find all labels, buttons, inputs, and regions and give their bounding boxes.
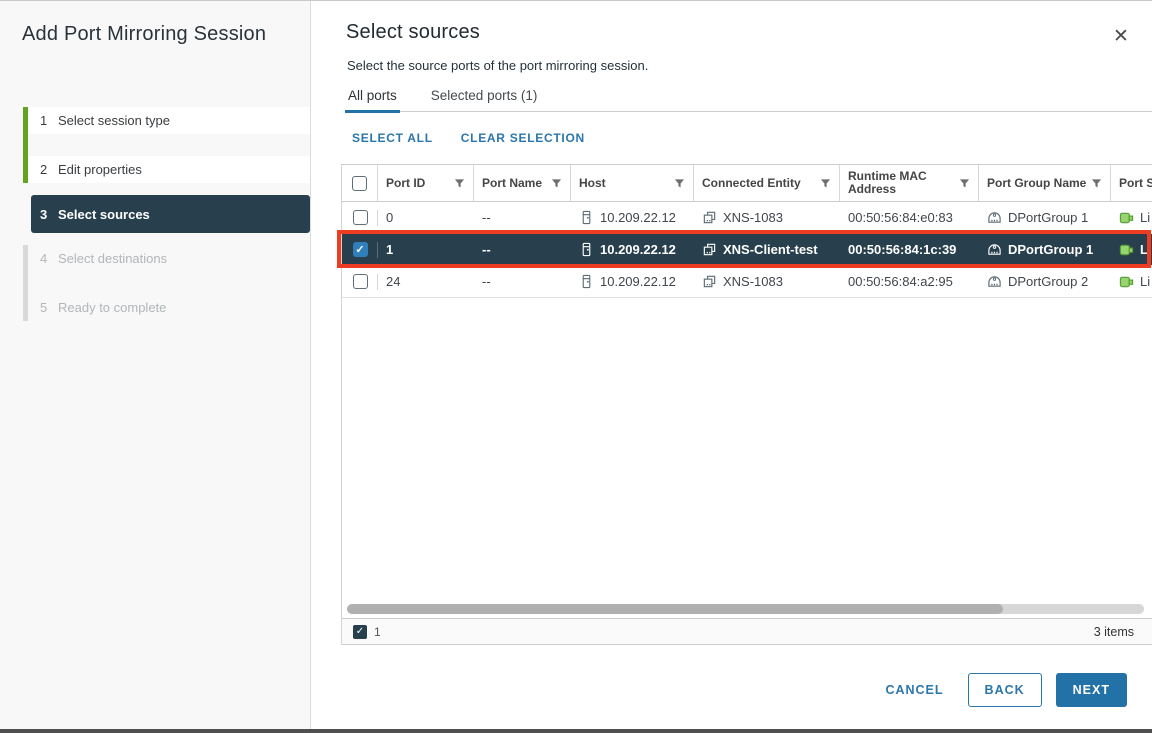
tab-all-ports[interactable]: All ports [347, 86, 398, 111]
step-label: Select sources [58, 207, 150, 222]
step-number: 3 [40, 207, 58, 222]
selected-count: 1 [374, 625, 381, 639]
wizard-steps: 1 Select session type 2 Edit properties … [23, 107, 310, 321]
link-up-icon [1119, 274, 1134, 289]
row-checkbox[interactable] [353, 210, 368, 225]
column-header-host[interactable]: Host [571, 165, 694, 201]
host-icon [579, 242, 594, 257]
cell-port-group: DPortGroup 2 [979, 266, 1111, 297]
filter-icon[interactable] [959, 178, 970, 189]
row-checkbox[interactable] [353, 274, 368, 289]
table-header-row: Port ID Port Name Host [342, 164, 1152, 202]
cancel-button[interactable]: CANCEL [875, 683, 953, 697]
step-label: Ready to complete [58, 300, 166, 315]
page-title: Select sources [346, 21, 480, 44]
next-button[interactable]: NEXT [1056, 673, 1127, 707]
host-icon [579, 274, 594, 289]
step-ready-to-complete: 5 Ready to complete [28, 294, 310, 321]
ports-grid: Port ID Port Name Host [341, 164, 1152, 645]
step-number: 1 [40, 113, 58, 128]
step-number: 4 [40, 251, 58, 266]
select-all-button[interactable]: SELECT ALL [352, 131, 433, 145]
back-button[interactable]: BACK [968, 673, 1042, 707]
vm-icon [702, 210, 717, 225]
tab-selected-ports[interactable]: Selected ports (1) [430, 86, 539, 111]
column-header-port-id[interactable]: Port ID [378, 165, 474, 201]
dialog-buttons: CANCEL BACK NEXT [875, 673, 1127, 707]
cell-port-id: 24 [378, 266, 474, 297]
port-group-icon [987, 210, 1002, 225]
step-label: Select destinations [58, 251, 167, 266]
cell-host: 10.209.22.12 [571, 202, 694, 233]
cell-port-group: DPortGroup 1 [979, 234, 1111, 265]
ports-tabs: All ports Selected ports (1) [347, 86, 1152, 112]
wizard-steps-completed-group: 1 Select session type 2 Edit properties [23, 107, 310, 183]
cell-runtime-mac: 00:50:56:84:1c:39 [840, 234, 979, 265]
step-select-session-type[interactable]: 1 Select session type [28, 107, 310, 134]
cell-runtime-mac: 00:50:56:84:e0:83 [840, 202, 979, 233]
vm-icon [702, 274, 717, 289]
cell-port-group: DPortGroup 1 [979, 202, 1111, 233]
filter-icon[interactable] [820, 178, 831, 189]
table-row-selected[interactable]: ✓ 1 -- 10.209.22.12 XNS-Client-test [342, 234, 1152, 266]
cell-port-state: Li [1111, 266, 1152, 297]
filter-icon[interactable] [674, 178, 685, 189]
cell-host: 10.209.22.12 [571, 266, 694, 297]
row-checkbox-checked[interactable]: ✓ [353, 242, 368, 257]
cell-port-state: L [1111, 234, 1152, 265]
link-up-icon [1119, 210, 1134, 225]
cell-port-name: -- [474, 234, 571, 265]
cell-port-name: -- [474, 266, 571, 297]
step-edit-properties[interactable]: 2 Edit properties [28, 156, 310, 183]
step-label: Edit properties [58, 162, 142, 177]
scrollbar-track[interactable] [347, 604, 1144, 614]
horizontal-scrollbar [342, 601, 1152, 618]
cell-connected-entity: XNS-1083 [694, 202, 840, 233]
step-number: 2 [40, 162, 58, 177]
filter-icon[interactable] [1091, 178, 1102, 189]
wizard-sidebar: Add Port Mirroring Session 1 Select sess… [0, 1, 311, 730]
page-subtitle: Select the source ports of the port mirr… [347, 58, 648, 73]
filter-icon[interactable] [551, 178, 562, 189]
cell-host: 10.209.22.12 [571, 234, 694, 265]
step-select-sources-active[interactable]: 3 Select sources [31, 195, 310, 233]
cell-port-state: Li [1111, 202, 1152, 233]
wizard-content: ✕ Select sources Select the source ports… [312, 1, 1152, 730]
dialog-title: Add Port Mirroring Session [22, 21, 282, 47]
select-all-checkbox[interactable] [352, 176, 367, 191]
cell-port-id: 0 [378, 202, 474, 233]
step-number: 5 [40, 300, 58, 315]
port-group-icon [987, 274, 1002, 289]
selection-actions: SELECT ALL CLEAR SELECTION [352, 131, 585, 145]
clear-selection-button[interactable]: CLEAR SELECTION [461, 131, 585, 145]
column-header-port-group[interactable]: Port Group Name [979, 165, 1111, 201]
column-header-connected-entity[interactable]: Connected Entity [694, 165, 840, 201]
table-row[interactable]: 0 -- 10.209.22.12 XNS-1083 00: [342, 202, 1152, 234]
dialog-bottom-edge [0, 729, 1152, 733]
cell-port-id: 1 [378, 234, 474, 265]
cell-connected-entity: XNS-1083 [694, 266, 840, 297]
grid-footer: ✓ 1 3 items [342, 618, 1152, 645]
vm-icon [702, 242, 717, 257]
column-header-runtime-mac[interactable]: Runtime MAC Address [840, 165, 979, 201]
step-select-destinations: 4 Select destinations [28, 245, 310, 272]
column-header-port-name[interactable]: Port Name [474, 165, 571, 201]
cell-runtime-mac: 00:50:56:84:a2:95 [840, 266, 979, 297]
filter-icon[interactable] [454, 178, 465, 189]
close-icon[interactable]: ✕ [1108, 23, 1134, 49]
cell-port-name: -- [474, 202, 571, 233]
wizard-steps-future-group: 4 Select destinations 5 Ready to complet… [23, 245, 310, 321]
step-label: Select session type [58, 113, 170, 128]
column-header-port-state[interactable]: Port State [1111, 165, 1152, 201]
scrollbar-thumb[interactable] [347, 604, 1003, 614]
link-up-icon [1119, 242, 1134, 257]
host-icon [579, 210, 594, 225]
grid-viewport: Port ID Port Name Host [342, 164, 1152, 601]
cell-connected-entity: XNS-Client-test [694, 234, 840, 265]
table-row[interactable]: 24 -- 10.209.22.12 XNS-1083 00 [342, 266, 1152, 298]
items-count: 3 items [1094, 625, 1134, 639]
selected-count-checkbox-icon[interactable]: ✓ [353, 625, 367, 639]
port-group-icon [987, 242, 1002, 257]
